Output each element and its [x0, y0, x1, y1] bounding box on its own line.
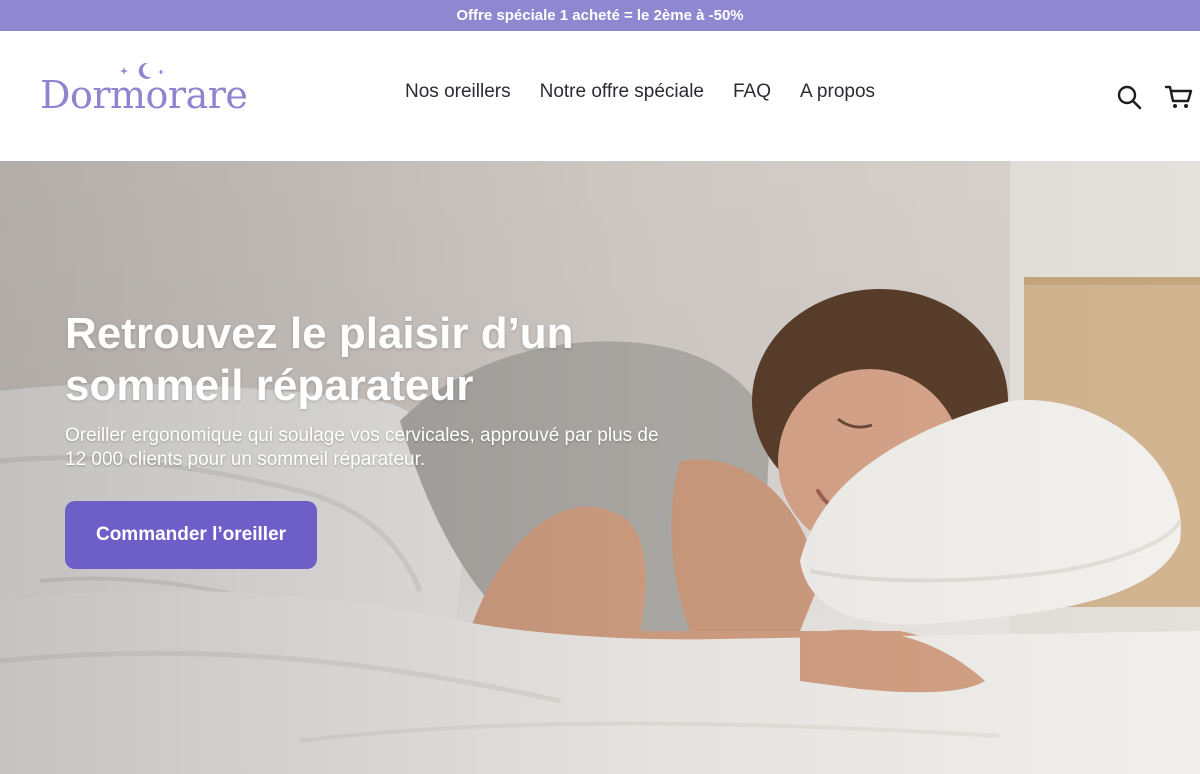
order-pillow-button[interactable]: Commander l’oreiller [65, 501, 317, 569]
announcement-bar: Offre spéciale 1 acheté = le 2ème à -50% [0, 0, 1200, 31]
brand-name: Dormorare [40, 73, 248, 117]
cart-icon [1164, 85, 1193, 108]
main-nav: Nos oreillers Notre offre spéciale FAQ A… [405, 81, 875, 103]
cart-button[interactable] [1164, 84, 1194, 114]
search-icon [1117, 85, 1142, 110]
nav-item-oreillers[interactable]: Nos oreillers [405, 81, 511, 103]
hero-section: Retrouvez le plaisir d’un sommeil répara… [0, 161, 1200, 774]
announcement-text: Offre spéciale 1 acheté = le 2ème à -50% [456, 7, 744, 24]
site-header: Dormorare Nos oreillers Notre offre spéc… [0, 31, 1200, 161]
hero-subtitle: Oreiller ergonomique qui soulage vos cer… [65, 425, 659, 470]
nav-item-a-propos[interactable]: A propos [800, 81, 875, 103]
search-button[interactable] [1116, 84, 1142, 114]
nav-item-offre-speciale[interactable]: Notre offre spéciale [540, 81, 704, 103]
brand-logo[interactable]: Dormorare [40, 61, 260, 121]
hero-title: Retrouvez le plaisir d’un sommeil répara… [65, 309, 574, 410]
nav-item-faq[interactable]: FAQ [733, 81, 771, 103]
